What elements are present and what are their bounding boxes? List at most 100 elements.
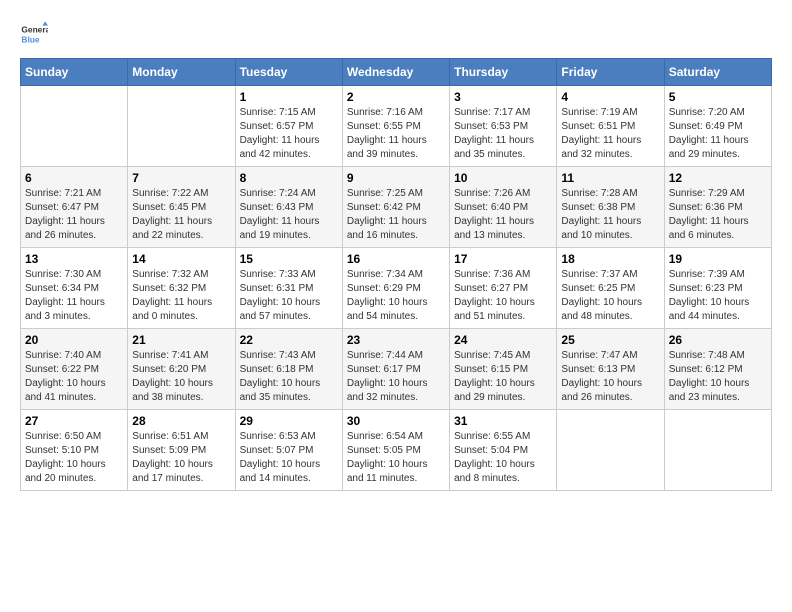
day-info: Sunrise: 7:30 AM Sunset: 6:34 PM Dayligh… — [25, 268, 123, 324]
day-number: 20 — [25, 333, 123, 347]
calendar-cell: 9Sunrise: 7:25 AM Sunset: 6:42 PM Daylig… — [342, 167, 449, 248]
calendar-cell: 27 Sunrise: 6:50 AM Sunset: 5:10 PM Dayli… — [21, 410, 128, 491]
calendar-cell: 23 Sunrise: 7:44 AM Sunset: 6:17 PM Dayli… — [342, 329, 449, 410]
calendar-header-saturday: Saturday — [664, 59, 771, 86]
calendar-week-row: 20 Sunrise: 7:40 AM Sunset: 6:22 PM Dayli… — [21, 329, 772, 410]
day-info: Sunrise: 7:40 AM Sunset: 6:22 PM Dayligh… — [25, 349, 123, 405]
calendar-cell: 12 Sunrise: 7:29 AM Sunset: 6:36 PM Dayli… — [664, 167, 771, 248]
calendar-cell: 17 Sunrise: 7:36 AM Sunset: 6:27 PM Dayli… — [450, 248, 557, 329]
day-number: 28 — [132, 414, 230, 428]
calendar-cell: 8 Sunrise: 7:24 AM Sunset: 6:43 PM Daylig… — [235, 167, 342, 248]
calendar-cell: 2 Sunrise: 7:16 AM Sunset: 6:55 PM Daylig… — [342, 86, 449, 167]
calendar-cell: 24Sunrise: 7:45 AM Sunset: 6:15 PM Dayli… — [450, 329, 557, 410]
calendar-week-row: 6 Sunrise: 7:21 AM Sunset: 6:47 PM Daylig… — [21, 167, 772, 248]
day-number: 4 — [561, 90, 659, 104]
day-info: Sunrise: 7:24 AM Sunset: 6:43 PM Dayligh… — [240, 187, 338, 243]
calendar-header-tuesday: Tuesday — [235, 59, 342, 86]
day-info: Sunrise: 7:39 AM Sunset: 6:23 PM Dayligh… — [669, 268, 767, 324]
day-number: 9 — [347, 171, 445, 185]
day-number: 19 — [669, 252, 767, 266]
calendar-cell: 25Sunrise: 7:47 AM Sunset: 6:13 PM Dayli… — [557, 329, 664, 410]
day-number: 15 — [240, 252, 338, 266]
day-number: 21 — [132, 333, 230, 347]
day-info: Sunrise: 7:48 AM Sunset: 6:12 PM Dayligh… — [669, 349, 767, 405]
calendar-cell: 28 Sunrise: 6:51 AM Sunset: 5:09 PM Dayli… — [128, 410, 235, 491]
day-number: 18 — [561, 252, 659, 266]
day-number: 31 — [454, 414, 552, 428]
calendar-cell — [21, 86, 128, 167]
day-number: 23 — [347, 333, 445, 347]
logo: General Blue — [20, 20, 52, 48]
day-number: 3 — [454, 90, 552, 104]
calendar-header-sunday: Sunday — [21, 59, 128, 86]
calendar-header-row: SundayMondayTuesdayWednesdayThursdayFrid… — [21, 59, 772, 86]
calendar-cell: 1 Sunrise: 7:15 AM Sunset: 6:57 PM Daylig… — [235, 86, 342, 167]
day-number: 16 — [347, 252, 445, 266]
calendar-cell: 18Sunrise: 7:37 AM Sunset: 6:25 PM Dayli… — [557, 248, 664, 329]
day-info: Sunrise: 7:34 AM Sunset: 6:29 PM Dayligh… — [347, 268, 445, 324]
calendar-header-monday: Monday — [128, 59, 235, 86]
day-number: 14 — [132, 252, 230, 266]
day-number: 12 — [669, 171, 767, 185]
calendar-cell: 31Sunrise: 6:55 AM Sunset: 5:04 PM Dayli… — [450, 410, 557, 491]
calendar-header-friday: Friday — [557, 59, 664, 86]
day-number: 2 — [347, 90, 445, 104]
svg-text:General: General — [21, 25, 48, 35]
calendar-week-row: 1 Sunrise: 7:15 AM Sunset: 6:57 PM Daylig… — [21, 86, 772, 167]
day-info: Sunrise: 7:20 AM Sunset: 6:49 PM Dayligh… — [669, 106, 767, 162]
calendar-week-row: 13 Sunrise: 7:30 AM Sunset: 6:34 PM Dayli… — [21, 248, 772, 329]
day-info: Sunrise: 7:16 AM Sunset: 6:55 PM Dayligh… — [347, 106, 445, 162]
day-info: Sunrise: 7:43 AM Sunset: 6:18 PM Dayligh… — [240, 349, 338, 405]
day-number: 29 — [240, 414, 338, 428]
header: General Blue — [20, 20, 772, 48]
day-number: 26 — [669, 333, 767, 347]
day-info: Sunrise: 6:54 AM Sunset: 5:05 PM Dayligh… — [347, 430, 445, 486]
logo-icon: General Blue — [20, 20, 48, 48]
day-number: 10 — [454, 171, 552, 185]
day-number: 8 — [240, 171, 338, 185]
day-info: Sunrise: 7:29 AM Sunset: 6:36 PM Dayligh… — [669, 187, 767, 243]
day-info: Sunrise: 7:33 AM Sunset: 6:31 PM Dayligh… — [240, 268, 338, 324]
calendar-cell: 14Sunrise: 7:32 AM Sunset: 6:32 PM Dayli… — [128, 248, 235, 329]
day-info: Sunrise: 7:41 AM Sunset: 6:20 PM Dayligh… — [132, 349, 230, 405]
calendar-cell: 6 Sunrise: 7:21 AM Sunset: 6:47 PM Daylig… — [21, 167, 128, 248]
day-info: Sunrise: 7:17 AM Sunset: 6:53 PM Dayligh… — [454, 106, 552, 162]
calendar-cell: 22Sunrise: 7:43 AM Sunset: 6:18 PM Dayli… — [235, 329, 342, 410]
day-number: 13 — [25, 252, 123, 266]
day-info: Sunrise: 6:53 AM Sunset: 5:07 PM Dayligh… — [240, 430, 338, 486]
day-number: 11 — [561, 171, 659, 185]
calendar-cell — [664, 410, 771, 491]
day-number: 6 — [25, 171, 123, 185]
day-number: 7 — [132, 171, 230, 185]
calendar-cell: 29 Sunrise: 6:53 AM Sunset: 5:07 PM Dayli… — [235, 410, 342, 491]
day-number: 27 — [25, 414, 123, 428]
calendar-header-thursday: Thursday — [450, 59, 557, 86]
calendar-cell: 15 Sunrise: 7:33 AM Sunset: 6:31 PM Dayli… — [235, 248, 342, 329]
calendar-week-row: 27 Sunrise: 6:50 AM Sunset: 5:10 PM Dayli… — [21, 410, 772, 491]
day-info: Sunrise: 6:50 AM Sunset: 5:10 PM Dayligh… — [25, 430, 123, 486]
calendar-cell: 3 Sunrise: 7:17 AM Sunset: 6:53 PM Daylig… — [450, 86, 557, 167]
calendar-cell: 10 Sunrise: 7:26 AM Sunset: 6:40 PM Dayli… — [450, 167, 557, 248]
calendar-cell: 21 Sunrise: 7:41 AM Sunset: 6:20 PM Dayli… — [128, 329, 235, 410]
calendar-cell: 5Sunrise: 7:20 AM Sunset: 6:49 PM Daylig… — [664, 86, 771, 167]
calendar-cell — [128, 86, 235, 167]
calendar-cell: 7 Sunrise: 7:22 AM Sunset: 6:45 PM Daylig… — [128, 167, 235, 248]
calendar-cell: 4 Sunrise: 7:19 AM Sunset: 6:51 PM Daylig… — [557, 86, 664, 167]
day-info: Sunrise: 6:51 AM Sunset: 5:09 PM Dayligh… — [132, 430, 230, 486]
day-info: Sunrise: 7:22 AM Sunset: 6:45 PM Dayligh… — [132, 187, 230, 243]
day-number: 25 — [561, 333, 659, 347]
calendar-table: SundayMondayTuesdayWednesdayThursdayFrid… — [20, 58, 772, 491]
day-info: Sunrise: 7:21 AM Sunset: 6:47 PM Dayligh… — [25, 187, 123, 243]
day-number: 1 — [240, 90, 338, 104]
calendar-cell: 30Sunrise: 6:54 AM Sunset: 5:05 PM Dayli… — [342, 410, 449, 491]
calendar-cell: 13 Sunrise: 7:30 AM Sunset: 6:34 PM Dayli… — [21, 248, 128, 329]
day-number: 17 — [454, 252, 552, 266]
day-info: Sunrise: 7:44 AM Sunset: 6:17 PM Dayligh… — [347, 349, 445, 405]
day-info: Sunrise: 7:26 AM Sunset: 6:40 PM Dayligh… — [454, 187, 552, 243]
calendar-cell: 11 Sunrise: 7:28 AM Sunset: 6:38 PM Dayli… — [557, 167, 664, 248]
day-info: Sunrise: 7:36 AM Sunset: 6:27 PM Dayligh… — [454, 268, 552, 324]
calendar-cell: 19 Sunrise: 7:39 AM Sunset: 6:23 PM Dayli… — [664, 248, 771, 329]
day-info: Sunrise: 7:28 AM Sunset: 6:38 PM Dayligh… — [561, 187, 659, 243]
day-info: Sunrise: 7:15 AM Sunset: 6:57 PM Dayligh… — [240, 106, 338, 162]
day-info: Sunrise: 7:19 AM Sunset: 6:51 PM Dayligh… — [561, 106, 659, 162]
